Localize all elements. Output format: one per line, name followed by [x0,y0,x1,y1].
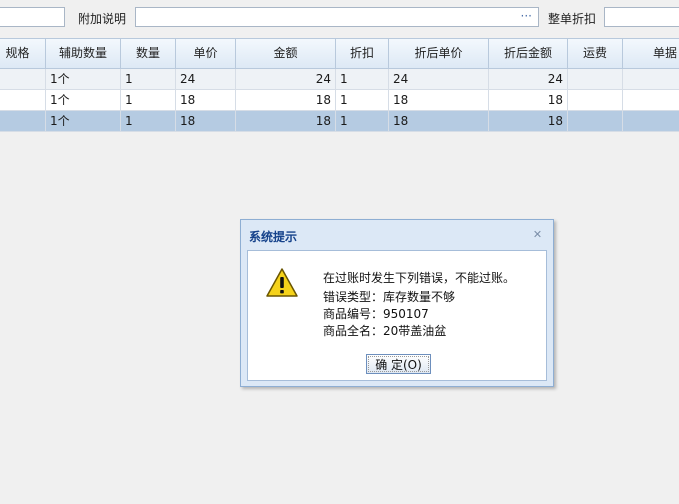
note-label: 附加说明 [78,12,127,26]
dialog-title: 系统提示 [249,230,298,244]
col-amount[interactable]: 金额 [236,39,336,68]
cell-unit-price[interactable]: 18 [176,111,236,131]
col-discount[interactable]: 折扣 [336,39,389,68]
col-spec[interactable]: 规格 [0,39,46,68]
cell-amount[interactable]: 18 [236,90,336,110]
cell-disc-price[interactable]: 24 [389,69,489,89]
ok-button-label: 确 定(O) [368,356,429,372]
col-doc[interactable]: 单据 [623,39,679,68]
cell-discount[interactable]: 1 [336,111,389,131]
col-disc-amount[interactable]: 折后金额 [489,39,568,68]
col-unit-price[interactable]: 单价 [176,39,236,68]
table-row-selected[interactable]: 1个 1 18 18 1 18 18 [0,111,679,132]
col-qty[interactable]: 数量 [121,39,176,68]
col-disc-price[interactable]: 折后单价 [389,39,489,68]
close-icon[interactable]: ✕ [532,229,543,240]
col-freight[interactable]: 运费 [568,39,623,68]
cell-disc-price[interactable]: 18 [389,111,489,131]
table-row[interactable]: 1个 1 24 24 1 24 24 [0,69,679,90]
ok-button[interactable]: 确 定(O) [366,354,431,374]
cell-qty[interactable]: 1 [121,111,176,131]
system-alert-dialog: 系统提示 ✕ 在过账时发生下列错误，不能过账。 错误类型：库存数量不够 商品编号… [240,219,554,387]
more-icon[interactable]: ··· [521,9,532,23]
cell-disc-price[interactable]: 18 [389,90,489,110]
cell-disc-amount[interactable]: 18 [489,90,568,110]
top-field-bar: 附加说明 ··· 整单折扣 [0,0,679,36]
left-field-input[interactable] [0,7,65,27]
cell-spec [0,90,46,110]
table-row[interactable]: 1个 1 18 18 1 18 18 [0,90,679,111]
product-code-line: 商品编号：950107 [323,307,429,321]
cell-discount[interactable]: 1 [336,69,389,89]
cell-aux-qty[interactable]: 1个 [46,69,121,89]
error-message-line: 在过账时发生下列错误，不能过账。 [323,271,516,285]
cell-qty[interactable]: 1 [121,90,176,110]
cell-spec [0,69,46,89]
cell-unit-price[interactable]: 24 [176,69,236,89]
discount-input[interactable] [604,7,679,27]
grid-header: 规格 辅助数量 数量 单价 金额 折扣 折后单价 折后金额 运费 单据 [0,38,679,69]
cell-freight[interactable] [568,90,623,110]
dialog-body: 在过账时发生下列错误，不能过账。 错误类型：库存数量不够 商品编号：950107… [247,250,547,381]
cell-amount[interactable]: 18 [236,111,336,131]
cell-freight[interactable] [568,69,623,89]
cell-discount[interactable]: 1 [336,90,389,110]
cell-spec [0,111,46,131]
error-type-line: 错误类型：库存数量不够 [323,290,456,304]
cell-disc-amount[interactable]: 18 [489,111,568,131]
cell-disc-amount[interactable]: 24 [489,69,568,89]
cell-doc[interactable] [623,69,679,89]
cell-aux-qty[interactable]: 1个 [46,111,121,131]
cell-qty[interactable]: 1 [121,69,176,89]
product-name-line: 商品全名：20带盖油盆 [323,324,447,338]
cell-freight[interactable] [568,111,623,131]
cell-unit-price[interactable]: 18 [176,90,236,110]
cell-aux-qty[interactable]: 1个 [46,90,121,110]
col-aux-qty[interactable]: 辅助数量 [46,39,121,68]
cell-doc[interactable] [623,90,679,110]
discount-label: 整单折扣 [548,12,597,26]
cell-doc[interactable] [623,111,679,131]
cell-amount[interactable]: 24 [236,69,336,89]
note-input[interactable]: ··· [135,7,539,27]
warning-icon [266,268,298,297]
